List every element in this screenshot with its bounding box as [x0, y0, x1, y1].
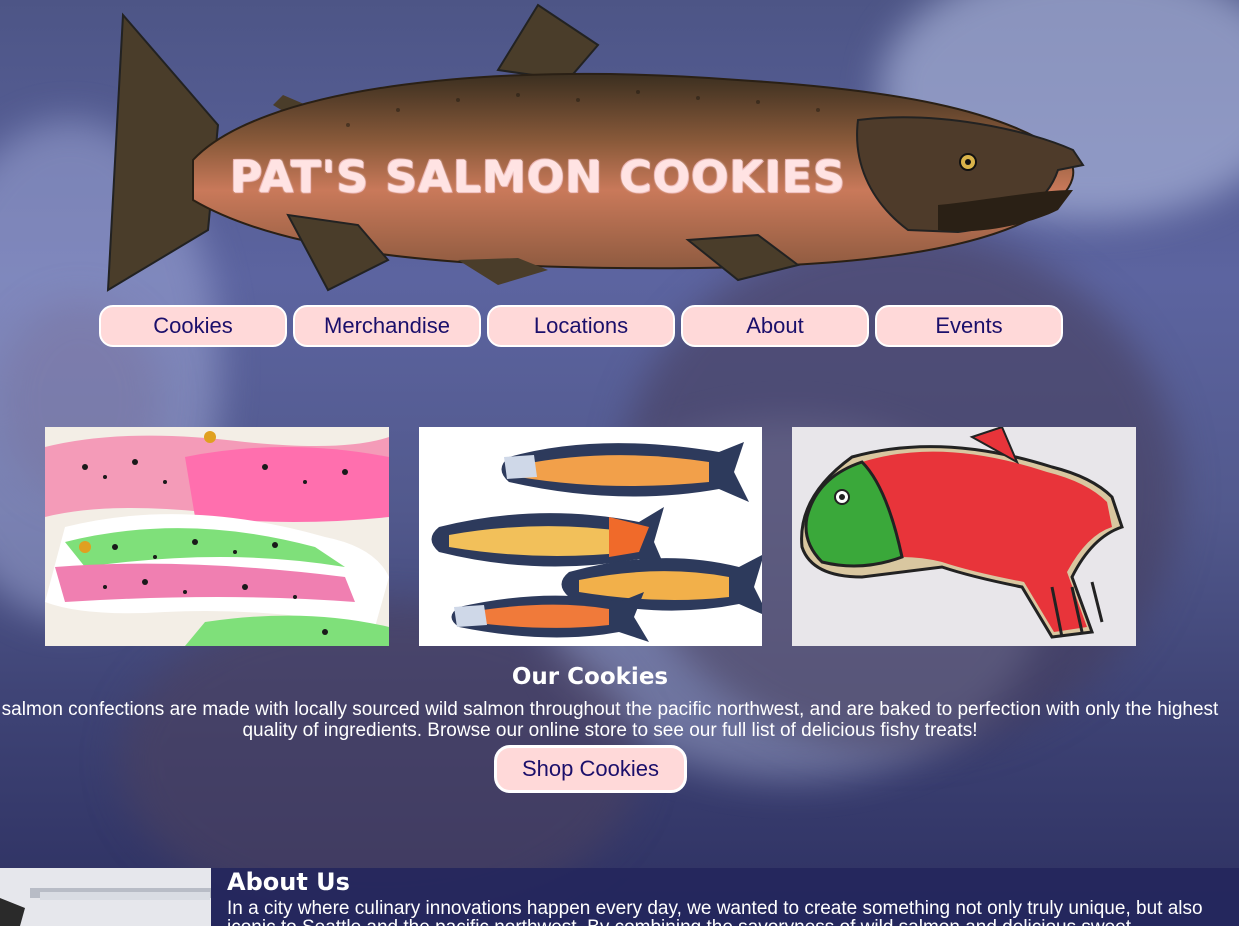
- nav-merchandise-button[interactable]: Merchandise: [293, 305, 481, 347]
- nav-events-button[interactable]: Events: [875, 305, 1063, 347]
- cookies-section-title: Our Cookies: [511, 664, 669, 690]
- red-salmon-cookie-photo: [792, 427, 1136, 646]
- nav-locations-button[interactable]: Locations: [487, 305, 675, 347]
- salmon-logo[interactable]: PAT'S SALMON COOKIES: [98, 0, 1088, 305]
- cookie-gallery: [0, 427, 1239, 646]
- main-nav: Cookies Merchandise Locations About Even…: [99, 305, 1063, 347]
- about-section-title: About Us: [227, 868, 350, 896]
- cookies-section-description: salmon confections are made with locally…: [1, 699, 1219, 741]
- shop-cookies-button[interactable]: Shop Cookies: [494, 745, 687, 793]
- about-section-description: In a city where culinary innovations hap…: [227, 898, 1203, 926]
- rainbow-trout-cookies-photo: [45, 427, 389, 646]
- nav-about-button[interactable]: About: [681, 305, 869, 347]
- about-photo: [0, 868, 211, 926]
- arctic-char-cookies-photo: [419, 427, 762, 646]
- nav-cookies-button[interactable]: Cookies: [99, 305, 287, 347]
- logo-title: PAT'S SALMON COOKIES: [230, 152, 846, 203]
- about-section: About Us In a city where culinary innova…: [0, 868, 1239, 926]
